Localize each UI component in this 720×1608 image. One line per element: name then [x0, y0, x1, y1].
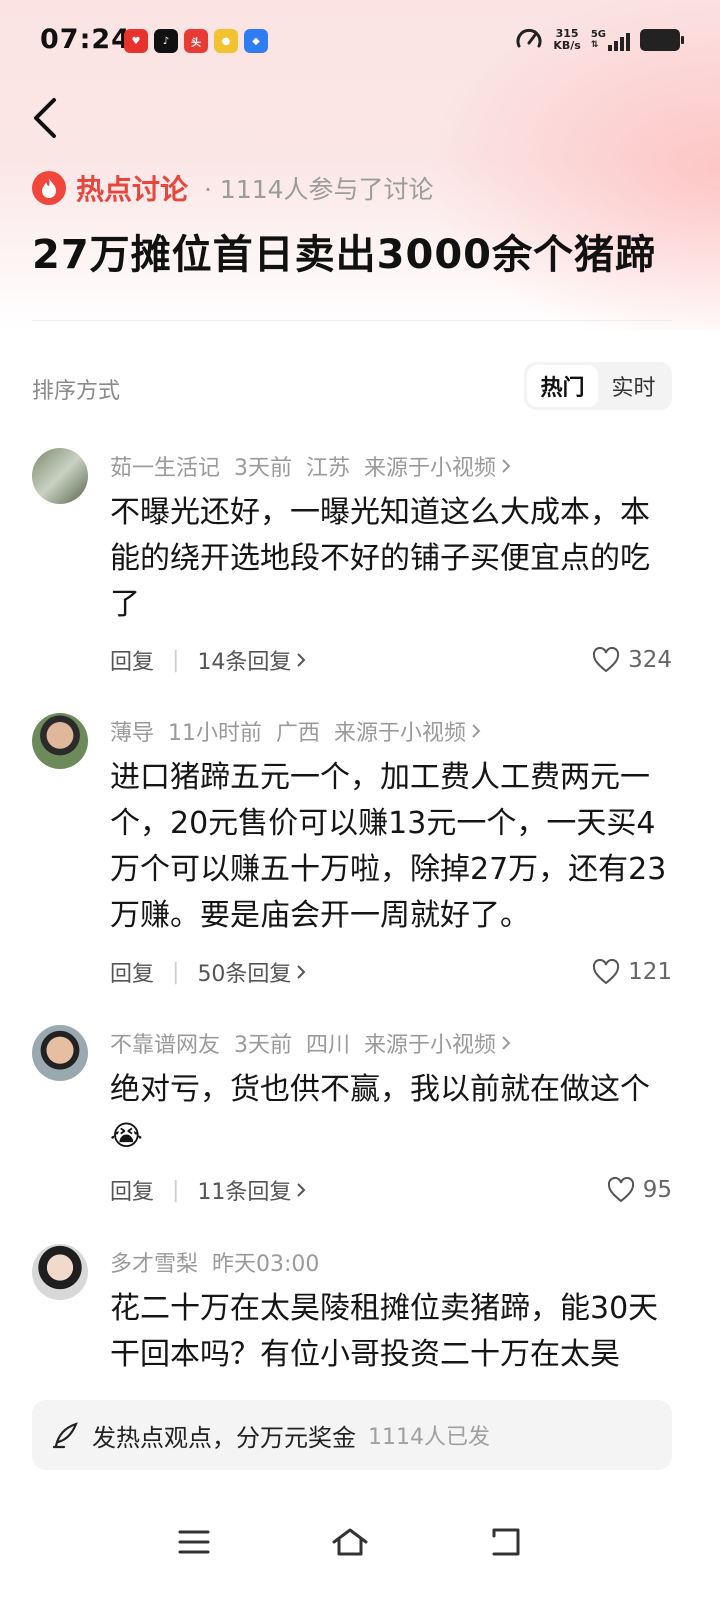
- heart-icon: [593, 959, 620, 985]
- chevron-right-icon: [297, 965, 306, 979]
- comment-meta: 茹一生活记 3天前 江苏 来源于小视频: [110, 450, 512, 482]
- heart-icon: [593, 647, 620, 673]
- signal-icon: 5G ⇅: [591, 29, 630, 51]
- comment-location: 江苏: [306, 456, 351, 481]
- view-replies-link[interactable]: 11条回复: [197, 1174, 307, 1206]
- comment-actions: 回复 | 11条回复 95: [110, 1175, 672, 1205]
- source-label: 来源于小视频: [364, 456, 497, 481]
- reply-button[interactable]: 回复: [110, 644, 154, 676]
- chevron-right-icon: [297, 653, 306, 667]
- source-link[interactable]: 来源于小视频: [334, 715, 482, 747]
- divider: [32, 320, 672, 321]
- menu-button[interactable]: [164, 1512, 224, 1572]
- status-bar: 07:24 ♥ ♪ 头 ● ◆ 315 KB/s 5G ⇅: [0, 0, 720, 86]
- game-app-icon: ●: [214, 29, 238, 53]
- notification-icons: ♥ ♪ 头 ● ◆: [124, 29, 268, 53]
- chevron-right-icon: [472, 724, 481, 738]
- back-button[interactable]: [28, 94, 68, 142]
- avatar[interactable]: [32, 713, 88, 769]
- like-count: 121: [628, 959, 672, 985]
- speed-gauge-icon: [516, 28, 542, 48]
- like-button[interactable]: 324: [592, 647, 672, 673]
- comment-time: 3天前: [234, 456, 293, 481]
- home-button[interactable]: [320, 1512, 380, 1572]
- separator: |: [172, 647, 180, 673]
- chevron-right-icon: [502, 1036, 511, 1050]
- like-button[interactable]: 121: [592, 959, 672, 985]
- news-app-icon: 头: [184, 29, 208, 53]
- view-replies-link[interactable]: 50条回复: [197, 956, 307, 988]
- pen-icon: [52, 1422, 78, 1449]
- menu-icon: [178, 1530, 210, 1554]
- reply-count: 50条回复: [197, 962, 292, 987]
- network-speed: 315 KB/s: [553, 28, 580, 52]
- app-notification-icon: ♥: [124, 29, 148, 53]
- source-label: 来源于小视频: [334, 721, 467, 746]
- comment-text: 进口猪蹄五元一个，加工费人工费两元一个，20元售价可以赚13元一个，一天买4万个…: [110, 760, 667, 933]
- author-name[interactable]: 不靠谱网友: [110, 1027, 220, 1059]
- network-type: 5G: [590, 29, 606, 40]
- avatar[interactable]: [32, 1244, 88, 1300]
- system-navigation-bar: [0, 1490, 720, 1608]
- heart-icon: [607, 1177, 634, 1203]
- comment-location: 广西: [276, 721, 321, 746]
- back-nav-button[interactable]: [476, 1512, 536, 1572]
- browser-app-icon: ◆: [244, 29, 268, 53]
- comment-meta: 不靠谱网友 3天前 四川 来源于小视频: [110, 1027, 512, 1059]
- chevron-right-icon: [502, 459, 511, 473]
- comment-text: 花二十万在太昊陵租摊位卖猪蹄，能30天干回本吗？有位小哥投资二十万在太昊: [110, 1291, 659, 1372]
- avatar[interactable]: [32, 1025, 88, 1081]
- separator: |: [172, 1177, 180, 1203]
- home-icon: [332, 1528, 368, 1556]
- page-title: 27万摊位首日卖出3000余个猪蹄: [32, 232, 656, 278]
- comment-time: 3天前: [234, 1033, 293, 1058]
- like-button[interactable]: 95: [607, 1177, 672, 1203]
- battery-icon: [640, 29, 684, 51]
- comment-meta: 薄导 11小时前 广西 来源于小视频: [110, 715, 482, 747]
- view-replies-link[interactable]: 14条回复: [197, 644, 307, 676]
- like-count: 95: [642, 1177, 672, 1203]
- flame-icon: [32, 171, 66, 205]
- like-count: 324: [628, 647, 672, 673]
- chevron-left-icon: [34, 98, 56, 138]
- comment-text: 不曝光还好，一曝光知道这么大成本，本能的绕开选地段不好的铺子买便宜点的吃了: [110, 495, 650, 622]
- comment-actions: 回复 | 50条回复 121: [110, 957, 672, 987]
- comment-text: 绝对亏，货也供不赢，我以前就在做这个 😭: [110, 1067, 676, 1159]
- sort-label: 排序方式: [32, 379, 121, 404]
- author-name[interactable]: 薄导: [110, 715, 154, 747]
- post-opinion-bar[interactable]: 发热点观点，分万元奖金 1114人已发: [32, 1400, 672, 1470]
- author-name[interactable]: 多才雪梨: [110, 1246, 198, 1278]
- reply-button[interactable]: 回复: [110, 1174, 154, 1206]
- topic-badge-row: 热点讨论 · 1114人参与了讨论: [32, 168, 434, 208]
- comment-item: 多才雪梨 昨天03:00 花二十万在太昊陵租摊位卖猪蹄，能30天干回本吗？有位小…: [0, 1244, 720, 1390]
- author-name[interactable]: 茹一生活记: [110, 450, 220, 482]
- speed-unit: KB/s: [553, 39, 581, 52]
- chevron-right-icon: [297, 1183, 306, 1197]
- status-time: 07:24: [40, 24, 131, 55]
- crying-laughing-emoji-icon: 😭: [110, 1119, 143, 1152]
- comment-meta: 多才雪梨 昨天03:00: [110, 1246, 319, 1278]
- sort-option-hot[interactable]: 热门: [527, 365, 598, 407]
- comment-text-content: 绝对亏，货也供不赢，我以前就在做这个: [110, 1072, 650, 1107]
- comment-actions: 回复 | 14条回复 324: [110, 645, 672, 675]
- hot-topic-label: 热点讨论: [76, 173, 189, 206]
- sort-toggle: 热门 实时: [524, 362, 672, 410]
- comment-time: 11小时前: [168, 721, 263, 746]
- sort-option-realtime[interactable]: 实时: [598, 365, 669, 407]
- comment-time: 昨天03:00: [212, 1252, 320, 1277]
- reply-button[interactable]: 回复: [110, 956, 154, 988]
- post-count: 1114人已发: [368, 1425, 490, 1450]
- comment-location: 四川: [306, 1033, 351, 1058]
- source-link[interactable]: 来源于小视频: [364, 1027, 512, 1059]
- post-prompt: 发热点观点，分万元奖金: [92, 1423, 356, 1452]
- source-link[interactable]: 来源于小视频: [364, 450, 512, 482]
- reply-count: 14条回复: [197, 650, 292, 675]
- reply-count: 11条回复: [197, 1180, 292, 1205]
- participants-count: · 1114人参与了讨论: [204, 175, 434, 204]
- return-icon: [492, 1528, 520, 1556]
- avatar[interactable]: [32, 448, 88, 504]
- source-label: 来源于小视频: [364, 1033, 497, 1058]
- separator: |: [172, 959, 180, 985]
- tiktok-icon: ♪: [154, 29, 178, 53]
